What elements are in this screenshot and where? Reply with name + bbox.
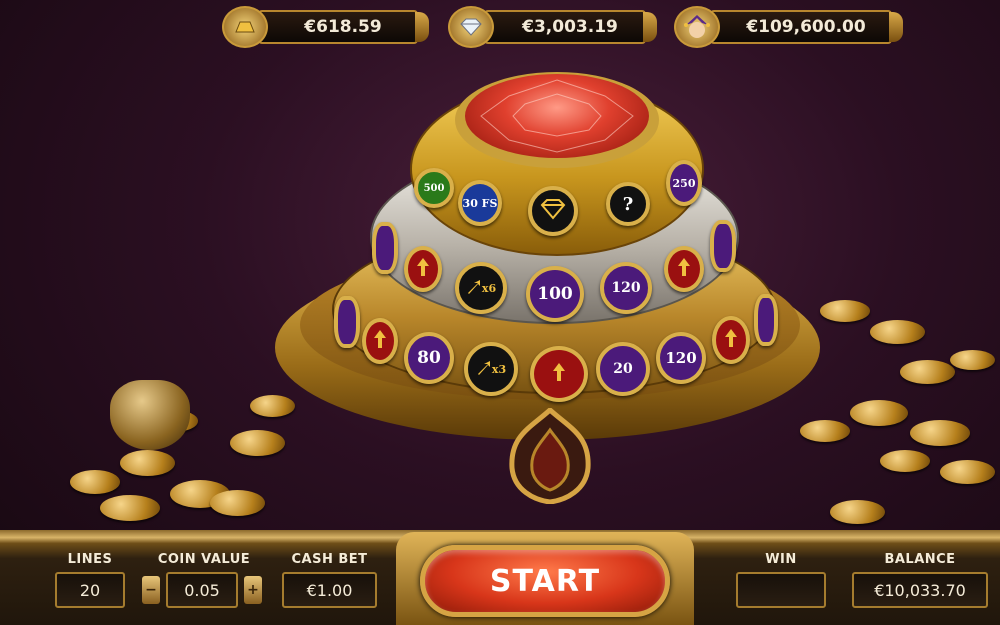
token-middle-3: 100 bbox=[526, 266, 584, 322]
token-top-1: 500 bbox=[414, 168, 454, 208]
coin-value-minus-button[interactable]: − bbox=[142, 576, 160, 604]
cash-bet-value: €1.00 bbox=[282, 572, 377, 608]
lines-label: LINES bbox=[67, 552, 113, 567]
balance-value: €10,033.70 bbox=[852, 572, 988, 608]
token-bottom-2: 80 bbox=[404, 332, 454, 384]
gold-bar-icon bbox=[222, 6, 268, 48]
multiplier-arrow-icon bbox=[466, 279, 482, 297]
coin-value-plus-button[interactable]: + bbox=[244, 576, 262, 604]
win-label: WIN bbox=[765, 552, 797, 567]
token-bottom-5: 20 bbox=[596, 342, 650, 396]
wheel-pointer-ornament bbox=[500, 406, 600, 505]
ruby-gem bbox=[465, 74, 649, 158]
lines-value[interactable]: 20 bbox=[55, 572, 125, 608]
balance-label: BALANCE bbox=[884, 552, 956, 567]
cash-bet-label: CASH BET bbox=[291, 552, 368, 567]
arrow-up-icon bbox=[552, 362, 566, 386]
coin-value: 0.05 bbox=[166, 572, 238, 608]
token-bottom-4 bbox=[530, 346, 588, 402]
multiplier-arrow-icon bbox=[476, 360, 492, 378]
token-bottom-6: 120 bbox=[656, 332, 706, 384]
coin-value-label: COIN VALUE bbox=[157, 552, 251, 567]
token-bottom-0 bbox=[334, 296, 360, 348]
token-top-4: ? bbox=[606, 182, 650, 226]
token-middle-1 bbox=[404, 246, 442, 292]
multiplier-label: x3 bbox=[491, 362, 507, 376]
arrow-up-icon bbox=[373, 329, 387, 353]
diamond-icon bbox=[448, 6, 494, 48]
arrow-up-icon bbox=[724, 328, 738, 352]
token-middle-2: x6 bbox=[455, 262, 507, 314]
jackpot-amount-3: €109,600.00 bbox=[710, 10, 892, 44]
jackpot-3: €109,600.00 bbox=[674, 6, 903, 48]
multiplier-label: x6 bbox=[481, 281, 497, 295]
jackpot-1: €618.59 bbox=[222, 6, 429, 48]
token-middle-0 bbox=[372, 222, 398, 274]
token-bottom-8 bbox=[754, 294, 778, 346]
game-stage: €618.59 €3,003.19 €109,600.00 500 30 FS … bbox=[0, 0, 1000, 625]
jackpot-amount-1: €618.59 bbox=[258, 10, 418, 44]
token-bottom-7 bbox=[712, 316, 750, 364]
diamond-icon bbox=[539, 198, 567, 224]
token-middle-4: 120 bbox=[600, 262, 652, 314]
token-top-5: 250 bbox=[666, 160, 702, 206]
jackpot-2: €3,003.19 bbox=[448, 6, 657, 48]
token-middle-5 bbox=[664, 246, 704, 292]
arrow-up-icon bbox=[677, 257, 691, 281]
token-top-3 bbox=[528, 186, 578, 236]
token-bottom-3: x3 bbox=[464, 342, 518, 396]
gold-pot bbox=[110, 380, 190, 450]
win-value bbox=[736, 572, 826, 608]
jackpot-amount-2: €3,003.19 bbox=[484, 10, 646, 44]
token-top-2: 30 FS bbox=[458, 180, 502, 226]
start-button[interactable]: START bbox=[420, 545, 670, 617]
token-middle-6 bbox=[710, 220, 736, 272]
jester-icon bbox=[674, 6, 720, 48]
arrow-up-icon bbox=[416, 257, 430, 281]
token-bottom-1 bbox=[362, 318, 398, 364]
